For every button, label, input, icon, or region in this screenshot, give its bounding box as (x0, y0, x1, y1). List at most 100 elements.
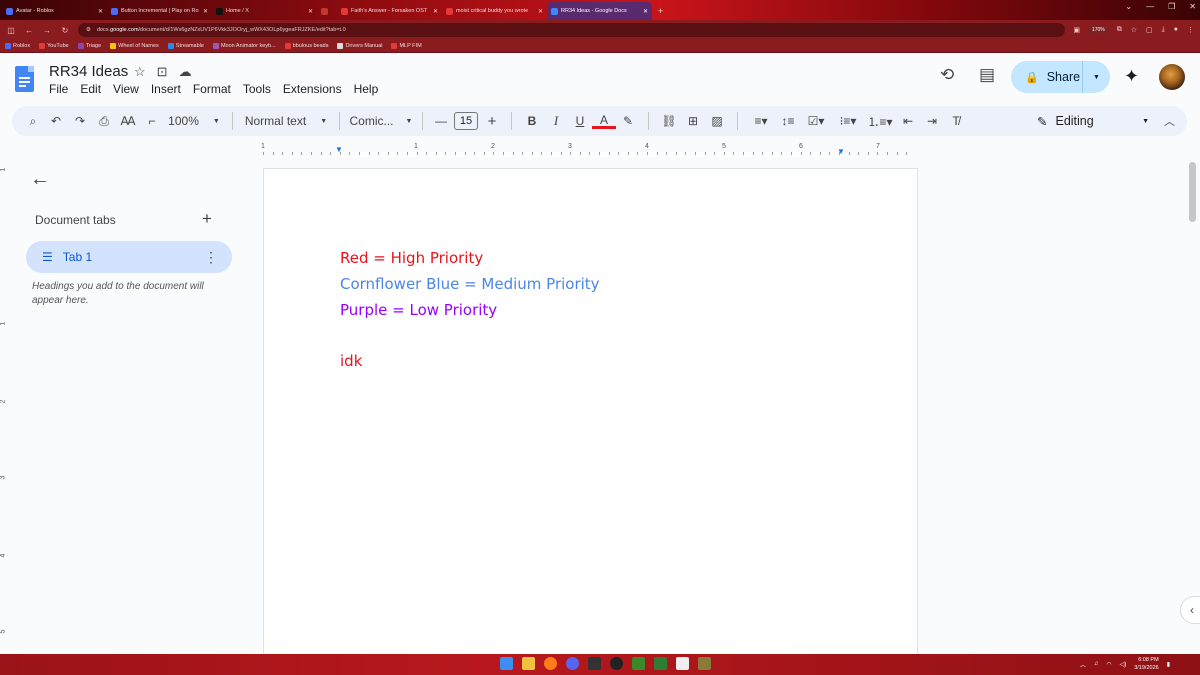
italic-icon[interactable]: I (544, 109, 568, 133)
redo-icon[interactable]: ↷ (68, 109, 92, 133)
undo-icon[interactable]: ↶ (44, 109, 68, 133)
clock[interactable]: 6:08 PM 3/19/2026 (1134, 656, 1158, 672)
expand-side-panel-button[interactable]: ‹ (1180, 596, 1200, 624)
downloads-icon[interactable]: ⤓ (1162, 26, 1165, 34)
steam-icon[interactable] (610, 657, 623, 670)
bookmark-item[interactable]: Streamable (167, 43, 204, 49)
back-arrow-icon[interactable]: ← (30, 168, 50, 191)
print-icon[interactable]: ⎙ (92, 109, 116, 133)
move-folder-icon[interactable]: ⊡ (157, 64, 168, 80)
app-icon[interactable] (654, 657, 667, 670)
menu-format[interactable]: Format (193, 82, 231, 96)
url-input[interactable]: ⚙ docs.google.com/document/d/1Wx6gzNZxUV… (78, 23, 1066, 37)
doc-tab-item[interactable]: ☰ Tab 1 ⋮ (26, 241, 232, 273)
app-icon[interactable] (588, 657, 601, 670)
checklist-icon[interactable]: ☑▾ (800, 109, 832, 133)
bookmark-item[interactable]: bbulous beads (284, 43, 328, 49)
browser-tab[interactable]: moist critical buddy you wrote ✕ (442, 2, 547, 20)
translate-page-icon[interactable]: ⧉ (1117, 26, 1122, 34)
star-icon[interactable]: ☆ (134, 64, 146, 80)
zoom-badge[interactable]: 170% (1088, 26, 1108, 34)
volume-icon[interactable]: ◁) (1120, 661, 1127, 668)
bookmark-item[interactable]: YouTube (39, 43, 69, 49)
maximize-icon[interactable]: ❐ (1168, 2, 1175, 11)
close-icon[interactable]: ✕ (433, 8, 438, 15)
browser-tab-active[interactable]: RR34 Ideas - Google Docs ✕ (547, 2, 652, 20)
browser-tab[interactable] (317, 2, 337, 20)
extensions-icon[interactable]: ▢ (1146, 26, 1153, 34)
reload-icon[interactable]: ↻ (60, 26, 70, 35)
menu-insert[interactable]: Insert (151, 82, 181, 96)
menu-view[interactable]: View (113, 82, 139, 96)
editing-mode-select[interactable]: ✎ Editing ▼ (1027, 109, 1157, 133)
paint-format-icon[interactable]: ⌐ (140, 109, 164, 133)
wifi-icon[interactable]: ◠ (1106, 661, 1111, 668)
browser-tab[interactable]: Home / X ✕ (212, 2, 317, 20)
discord-icon[interactable] (566, 657, 579, 670)
scrollbar[interactable] (1189, 162, 1196, 222)
body-line[interactable]: Cornflower Blue = Medium Priority (340, 275, 600, 293)
menu-help[interactable]: Help (354, 82, 379, 96)
minecraft-icon[interactable] (632, 657, 645, 670)
sidebar-toggle-icon[interactable]: ◫ (6, 26, 16, 35)
share-button[interactable]: 🔒 Share ▼ (1011, 61, 1110, 93)
back-icon[interactable]: ← (24, 26, 34, 35)
bookmark-item[interactable]: Triage (77, 43, 101, 49)
menu-tools[interactable]: Tools (243, 82, 271, 96)
close-icon[interactable]: ✕ (203, 8, 208, 15)
bulleted-list-icon[interactable]: ⁝≡▾ (832, 109, 864, 133)
minimize-icon[interactable]: — (1146, 2, 1154, 11)
increase-font-size-icon[interactable]: + (481, 109, 503, 133)
tab-search-icon[interactable]: ⌄ (1125, 2, 1132, 11)
add-tab-button[interactable]: + (202, 209, 212, 229)
menu-extensions[interactable]: Extensions (283, 82, 342, 96)
numbered-list-icon[interactable]: ⒈≡▾ (864, 109, 896, 133)
roblox-icon[interactable] (676, 657, 689, 670)
site-info-icon[interactable]: ⚙ (86, 27, 91, 33)
browser-tab[interactable]: Faith's Answer - Forsaken OST ✕ (337, 2, 442, 20)
body-line[interactable]: Red = High Priority (340, 249, 483, 267)
docs-logo-icon[interactable] (15, 66, 34, 92)
firefox-icon[interactable] (544, 657, 557, 670)
style-select[interactable]: Normal text ▼ (241, 109, 331, 133)
menu-file[interactable]: File (49, 82, 68, 96)
increase-indent-icon[interactable]: ⇥ (920, 109, 944, 133)
bookmark-star-icon[interactable]: ☆ (1131, 26, 1137, 34)
profile-icon[interactable]: ● (1174, 26, 1178, 34)
insert-link-icon[interactable]: ⛓ (657, 109, 681, 133)
file-explorer-icon[interactable] (522, 657, 535, 670)
bookmark-item[interactable]: Moon Animator keyb... (212, 43, 276, 49)
new-tab-button[interactable]: + (652, 2, 669, 20)
bookmark-item[interactable]: MLP FIM (391, 43, 422, 49)
font-size-input[interactable]: 15 (454, 112, 478, 130)
underline-icon[interactable]: U (568, 109, 592, 133)
body-line[interactable]: Purple = Low Priority (340, 301, 497, 319)
comments-icon[interactable]: ▤ (979, 65, 995, 85)
windows-start-icon[interactable] (500, 657, 513, 670)
body-line[interactable]: idk (340, 352, 362, 370)
decrease-font-size-icon[interactable]: — (431, 109, 451, 133)
bookmark-item[interactable]: Wheel of Names (110, 43, 159, 49)
close-icon[interactable]: ✕ (643, 8, 648, 15)
forward-icon[interactable]: → (42, 26, 52, 35)
translate-icon[interactable]: ▣ (1073, 26, 1080, 34)
more-options-icon[interactable]: ⋮ (204, 249, 218, 266)
document-title[interactable]: RR34 Ideas (49, 63, 128, 80)
bookmark-item[interactable]: Roblox (5, 43, 30, 49)
highlight-icon[interactable]: ✎ (616, 109, 640, 133)
close-icon[interactable]: ✕ (538, 8, 543, 15)
zoom-select[interactable]: 100% ▼ (164, 109, 224, 133)
app-icon[interactable] (698, 657, 711, 670)
line-spacing-icon[interactable]: ↕≡ (776, 109, 800, 133)
browser-tab[interactable]: Avatar - Roblox ✕ (2, 2, 107, 20)
close-icon[interactable]: ✕ (98, 8, 103, 15)
hide-menus-icon[interactable]: ︿ (1164, 113, 1175, 129)
browser-menu-icon[interactable]: ⋮ (1187, 26, 1194, 34)
search-menus-icon[interactable]: ⌕ (22, 109, 44, 133)
microphone-icon[interactable]: ♫ (1094, 661, 1099, 667)
decrease-indent-icon[interactable]: ⇤ (896, 109, 920, 133)
show-hidden-icons-icon[interactable]: ︿ (1080, 660, 1086, 669)
notifications-icon[interactable]: ▮ (1167, 661, 1170, 668)
align-icon[interactable]: ≡▾ (746, 109, 776, 133)
gemini-sparkle-icon[interactable]: ✦ (1124, 66, 1139, 87)
